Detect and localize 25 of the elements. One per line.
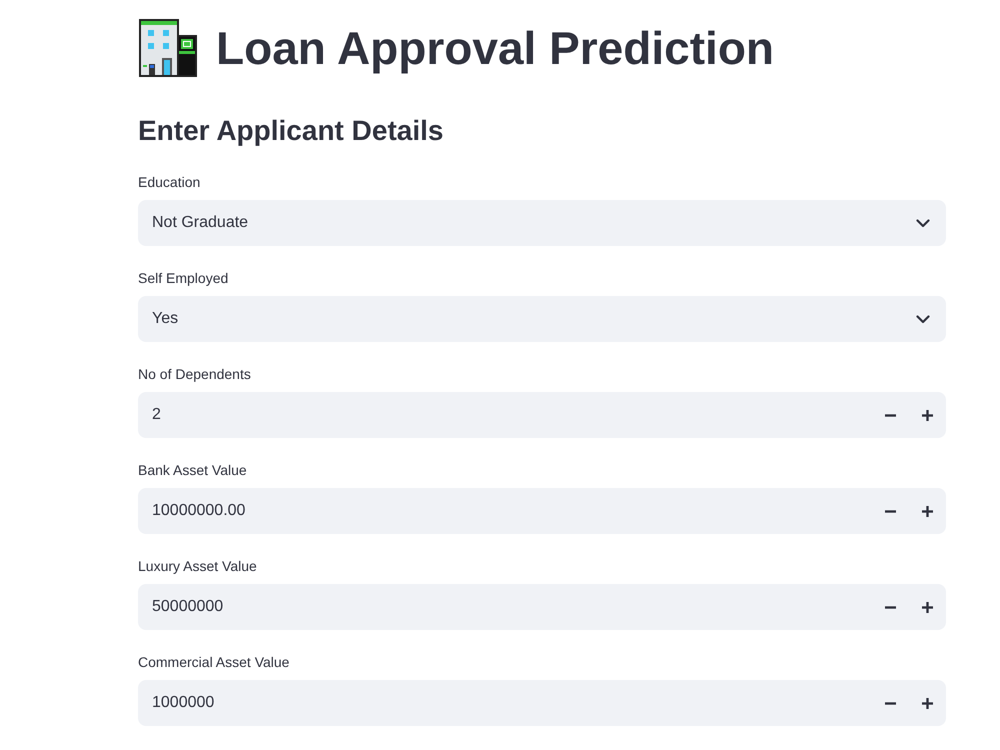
- section-heading: Enter Applicant Details: [138, 114, 444, 148]
- plus-icon: [922, 698, 933, 708]
- field-label: Bank Asset Value: [138, 461, 247, 480]
- number-input[interactable]: 1000000: [138, 680, 872, 726]
- office-building-icon: [138, 18, 198, 78]
- number-input[interactable]: 10000000.00: [138, 488, 872, 534]
- plus-icon: [922, 410, 933, 420]
- page-title: Loan Approval Prediction: [216, 21, 774, 76]
- chevron-down-icon: [916, 218, 930, 228]
- increment-button[interactable]: [909, 584, 946, 630]
- select-dropdown[interactable]: Yes: [138, 296, 946, 342]
- field-label: Self Employed: [138, 269, 228, 288]
- chevron-down-icon: [916, 314, 930, 324]
- field-label: No of Dependents: [138, 365, 251, 384]
- field-label: Education: [138, 173, 200, 192]
- number-input[interactable]: 50000000: [138, 584, 872, 630]
- plus-icon: [922, 602, 933, 612]
- number-input[interactable]: 2: [138, 392, 872, 438]
- field-label: Luxury Asset Value: [138, 557, 257, 576]
- increment-button[interactable]: [909, 392, 946, 438]
- field-label: Commercial Asset Value: [138, 653, 290, 672]
- plus-icon: [922, 506, 933, 516]
- increment-button[interactable]: [909, 680, 946, 726]
- select-dropdown[interactable]: Not Graduate: [138, 200, 946, 246]
- increment-button[interactable]: [909, 488, 946, 534]
